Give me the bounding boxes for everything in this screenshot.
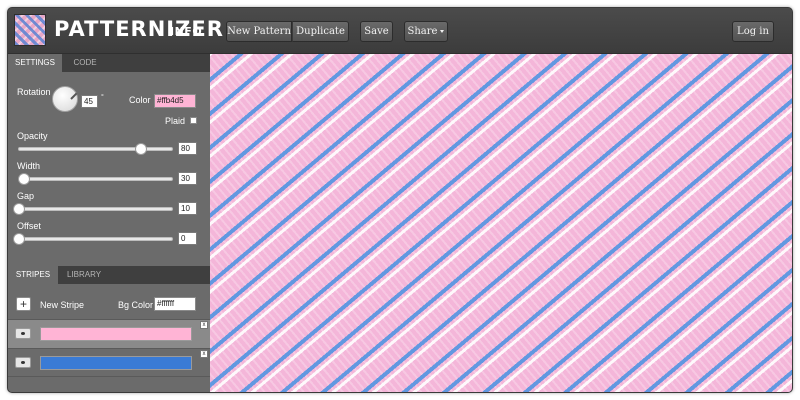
opacity-slider[interactable] bbox=[18, 143, 173, 155]
rotation-label: Rotation bbox=[17, 87, 51, 97]
tab-code[interactable]: CODE bbox=[62, 54, 108, 72]
rotation-input[interactable]: 45 bbox=[81, 95, 98, 108]
tab-stripes[interactable]: STRIPES bbox=[8, 266, 58, 284]
new-stripe-label[interactable]: New Stripe bbox=[40, 300, 84, 310]
patternizer-logo[interactable] bbox=[14, 14, 46, 46]
eye-pupil bbox=[20, 331, 26, 336]
width-input[interactable]: 30 bbox=[178, 172, 197, 185]
gap-slider-thumb[interactable] bbox=[13, 203, 25, 215]
rotation-unit: ° bbox=[101, 94, 104, 101]
stripe-item[interactable]: x bbox=[8, 319, 210, 348]
caret-down-icon bbox=[440, 30, 445, 33]
knob-indicator bbox=[70, 92, 78, 100]
color-label: Color bbox=[129, 95, 151, 105]
eye-icon[interactable] bbox=[15, 357, 31, 368]
plus-icon: + bbox=[19, 297, 27, 311]
gap-slider[interactable] bbox=[13, 203, 173, 215]
share-button[interactable]: Share bbox=[404, 21, 448, 42]
duplicate-button[interactable]: Duplicate bbox=[292, 21, 349, 42]
stripe-color-swatch[interactable] bbox=[40, 356, 192, 370]
width-slider[interactable] bbox=[17, 173, 173, 185]
rotation-knob[interactable] bbox=[52, 86, 78, 112]
login-button[interactable]: Log in bbox=[732, 21, 774, 42]
stripe-item[interactable]: x bbox=[8, 348, 210, 377]
offset-slider-thumb[interactable] bbox=[13, 233, 25, 245]
offset-label: Offset bbox=[17, 221, 41, 231]
app-window: PATTERNIZER INFO New Pattern Duplicate S… bbox=[7, 7, 793, 393]
offset-input[interactable]: 0 bbox=[178, 232, 197, 245]
sidebar-panel: SETTINGS CODE Rotation 45 ° Color #ffb4d… bbox=[8, 54, 210, 392]
eye-pupil bbox=[20, 360, 26, 365]
opacity-label: Opacity bbox=[17, 131, 48, 141]
plaid-label: Plaid bbox=[165, 116, 186, 126]
share-button-label: Share bbox=[407, 26, 438, 37]
color-input[interactable]: #ffb4d5 bbox=[154, 94, 196, 108]
close-icon[interactable]: x bbox=[200, 350, 208, 358]
offset-slider[interactable] bbox=[13, 233, 173, 245]
close-icon[interactable]: x bbox=[200, 321, 208, 329]
new-pattern-button[interactable]: New Pattern bbox=[226, 21, 292, 42]
settings-tabbar: SETTINGS CODE bbox=[8, 54, 210, 72]
info-link[interactable]: INFO bbox=[170, 25, 202, 38]
save-button[interactable]: Save bbox=[360, 21, 393, 42]
tab-library[interactable]: LIBRARY bbox=[58, 266, 110, 284]
bg-color-input[interactable]: #ffffff bbox=[154, 297, 196, 311]
opacity-slider-thumb[interactable] bbox=[135, 143, 148, 155]
eye-icon[interactable] bbox=[15, 328, 31, 339]
tab-settings[interactable]: SETTINGS bbox=[8, 54, 62, 72]
gap-label: Gap bbox=[17, 191, 35, 201]
gap-input[interactable]: 10 bbox=[178, 202, 197, 215]
pattern-canvas[interactable] bbox=[210, 54, 792, 392]
width-label: Width bbox=[17, 161, 41, 171]
add-stripe-button[interactable]: + bbox=[16, 297, 31, 311]
plaid-checkbox[interactable] bbox=[190, 117, 197, 124]
header-bar: PATTERNIZER INFO New Pattern Duplicate S… bbox=[8, 8, 792, 54]
opacity-input[interactable]: 80 bbox=[178, 142, 197, 155]
bg-color-label: Bg Color bbox=[118, 300, 154, 310]
stripes-tabbar: STRIPES LIBRARY bbox=[8, 266, 210, 284]
width-slider-thumb[interactable] bbox=[17, 173, 30, 185]
stripe-color-swatch[interactable] bbox=[40, 327, 192, 341]
